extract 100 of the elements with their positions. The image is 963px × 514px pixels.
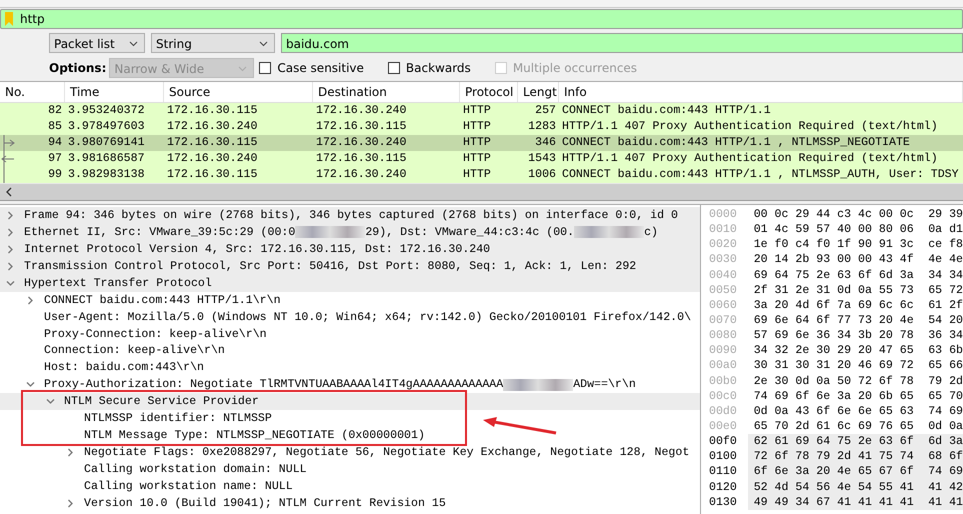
tree-item-text: 29), Dst: VMware_44:c3:4c (00. <box>365 226 574 239</box>
hex-bytes: 01 4c 59 57 40 00 80 06 <box>752 222 915 238</box>
hex-bytes: 0d 0a 43 6f 6e 6e 65 63 <box>752 404 915 419</box>
hex-offset: 00c0 <box>709 388 738 404</box>
column-header[interactable]: Protocol <box>460 82 518 102</box>
hex-bytes: 57 69 6e 36 34 3b 20 78 <box>752 328 915 344</box>
table-cell-text: 172.16.30.240 <box>166 151 258 167</box>
hex-bytes: 0a d1 <box>927 222 963 238</box>
table-cell-text: HTTP <box>462 135 492 151</box>
hex-bytes: 74 69 6f 6e 3a 20 6b 65 <box>752 388 915 404</box>
tree-item-text: Negotiate Flags: 0xe2088297, Negotiate 56, Negotiate Key Exchange, Negotiate 128, Negot <box>84 446 690 460</box>
hex-bytes: 74 69 <box>927 404 963 419</box>
chevron-down-icon[interactable] <box>26 380 35 390</box>
packet-row[interactable]: 97 3.981686587 172.16.30.240 172.16.30.115 HTTP 1543 HTTP/1.1 407 Proxy Authentication Required (text/html) <box>0 151 963 167</box>
table-cell-text: 172.16.30.240 <box>315 103 408 119</box>
hex-offset: 0060 <box>709 298 738 313</box>
hex-bytes: 79 2d <box>927 374 963 389</box>
table-cell-text: 3.981686587 <box>67 151 146 167</box>
checkbox[interactable] <box>388 62 400 74</box>
column-header[interactable]: Source <box>164 82 313 102</box>
table-cell-text: 172.16.30.115 <box>315 119 408 135</box>
tree-item-text: Ethernet II, Src: VMware_39:5c:29 (00:0 <box>24 226 296 239</box>
hex-bytes: 6d 3a <box>922 434 963 450</box>
display-filter-field[interactable]: http <box>0 9 963 29</box>
table-cell-text: 172.16.30.240 <box>315 135 408 151</box>
horizontal-scrollbar[interactable] <box>0 183 963 201</box>
tree-item-text: ADw==\r\n <box>573 378 636 392</box>
table-cell-text: CONNECT baidu.com:443 HTTP/1.1 , NTLMSSP_AUTH, User: TDSY <box>561 167 960 183</box>
hex-offset: 0080 <box>709 328 738 344</box>
table-cell-text: HTTP <box>462 151 492 167</box>
hex-offset: 0040 <box>709 268 738 283</box>
hex-bytes: 41 41 <box>922 494 963 510</box>
hex-bytes: 0d 0a <box>927 418 963 434</box>
table-cell-text: 85 <box>47 119 63 135</box>
redacted-blur <box>295 226 366 238</box>
hex-bytes: 00 0c 29 44 c3 4c 00 0c <box>752 207 915 222</box>
checkbox-label: Backwards <box>406 61 471 75</box>
chevron-down-icon[interactable] <box>46 397 55 406</box>
tree-item-text: Host: baidu.com:443\r\n <box>44 361 204 374</box>
hex-offset: 0090 <box>709 343 738 358</box>
chevron-right-icon[interactable] <box>6 228 15 237</box>
table-cell-text: 82 <box>47 103 63 119</box>
table-cell-text: HTTP <box>462 167 492 183</box>
hex-bytes: 41 42 <box>922 480 963 495</box>
table-cell-text: 3.978497603 <box>67 119 146 135</box>
redacted-blur <box>503 378 574 391</box>
tree-item-text: Version 10.0 (Build 19041); NTLM Current Revision 15 <box>84 496 446 510</box>
hex-bytes: 2e 30 0d 0a 50 72 6f 78 <box>752 374 915 389</box>
hex-bytes: 3a 20 4d 6f 7a 69 6c 6c <box>752 298 915 313</box>
column-header[interactable]: No. <box>0 82 65 102</box>
chevron-right-icon[interactable] <box>6 244 15 254</box>
checkbox[interactable] <box>259 62 272 74</box>
hex-offset: 0010 <box>709 222 738 238</box>
tree-item-text: NTLMSSP identifier: NTLMSSP <box>84 412 272 426</box>
chevron-down-icon[interactable] <box>6 278 15 288</box>
chevron-right-icon[interactable] <box>6 262 15 271</box>
tree-item-text: NTLM Message Type: NTLMSSP_NEGOTIATE (0x00000001) <box>84 429 425 442</box>
table-cell-text: 172.16.30.115 <box>315 151 408 167</box>
packet-row[interactable]: 94 3.980769141 172.16.30.115 172.16.30.240 HTTP 346 CONNECT baidu.com:443 HTTP/1.1 , NTLMSSP_NEGOTIATE <box>0 135 963 151</box>
hex-bytes: 74 69 <box>922 464 963 480</box>
options-label: Options: <box>49 61 106 75</box>
column-header[interactable]: Destination <box>313 82 460 102</box>
response-arrow-icon <box>0 151 16 167</box>
hex-bytes: 49 49 34 67 41 41 41 41 <box>748 494 922 510</box>
scroll-left-icon[interactable] <box>5 187 13 197</box>
search-field[interactable]: baidu.com <box>281 33 963 53</box>
hex-bytes: 65 72 <box>927 282 963 298</box>
hex-bytes: 63 6b <box>927 343 963 358</box>
column-header[interactable]: Time <box>65 82 164 102</box>
chevron-right-icon[interactable] <box>66 448 75 458</box>
hex-bytes: 62 61 69 64 75 2e 63 6f <box>748 434 922 450</box>
hex-bytes: 29 39 <box>927 207 963 222</box>
hex-bytes: 69 64 75 2e 63 6f 6d 3a <box>752 268 915 283</box>
tree-item-text: User-Agent: Mozilla/5.0 (Windows NT 10.0; Win64; x64; rv:142.0) Gecko/20100101 Firefox/142.0\ <box>44 310 692 324</box>
search-type-dropdown[interactable]: String <box>151 33 275 53</box>
hex-bytes: 65 70 2d 61 6c 69 76 65 <box>752 418 915 434</box>
tree-item-text: Hypertext Transfer Protocol <box>24 276 212 290</box>
chevron-right-icon[interactable] <box>66 498 75 508</box>
packet-row[interactable]: 99 3.982983138 172.16.30.115 172.16.30.240 HTTP 1006 CONNECT baidu.com:443 HTTP/1.1 , NTLMSSP_AUTH, User: TDSY <box>0 167 963 183</box>
tree-item-text: Connection: keep-alive\r\n <box>44 344 225 358</box>
packet-row[interactable]: 85 3.978497603 172.16.30.240 172.16.30.115 HTTP 1283 HTTP/1.1 407 Proxy Authentication Required (text/html) <box>0 119 963 135</box>
chevron-right-icon[interactable] <box>26 296 35 305</box>
table-cell-text: 172.16.30.115 <box>166 167 258 183</box>
column-header[interactable]: Lengt <box>518 82 559 102</box>
table-cell-text: 94 <box>47 135 63 151</box>
table-cell-text: 172.16.30.115 <box>166 135 258 151</box>
search-in-dropdown[interactable]: Packet list <box>49 33 145 53</box>
table-cell-text: 1543 <box>527 151 557 167</box>
packet-row[interactable]: 82 3.953240372 172.16.30.115 172.16.30.240 HTTP 257 CONNECT baidu.com:443 HTTP/1.1 <box>0 103 963 119</box>
hex-bytes: 61 2f <box>927 298 963 313</box>
table-cell-text: 257 <box>534 103 557 119</box>
hex-bytes: 65 66 <box>927 358 963 374</box>
caret-icon <box>238 66 248 72</box>
hex-bytes: 4e 4e <box>927 252 963 268</box>
vertical-line-icon <box>3 167 5 183</box>
caret-icon <box>259 41 268 47</box>
redacted-blur <box>574 226 644 238</box>
chevron-right-icon[interactable] <box>6 210 15 220</box>
hex-bytes: 2f 31 2e 31 0d 0a 55 73 <box>752 282 915 298</box>
column-header[interactable]: Info <box>559 82 963 102</box>
